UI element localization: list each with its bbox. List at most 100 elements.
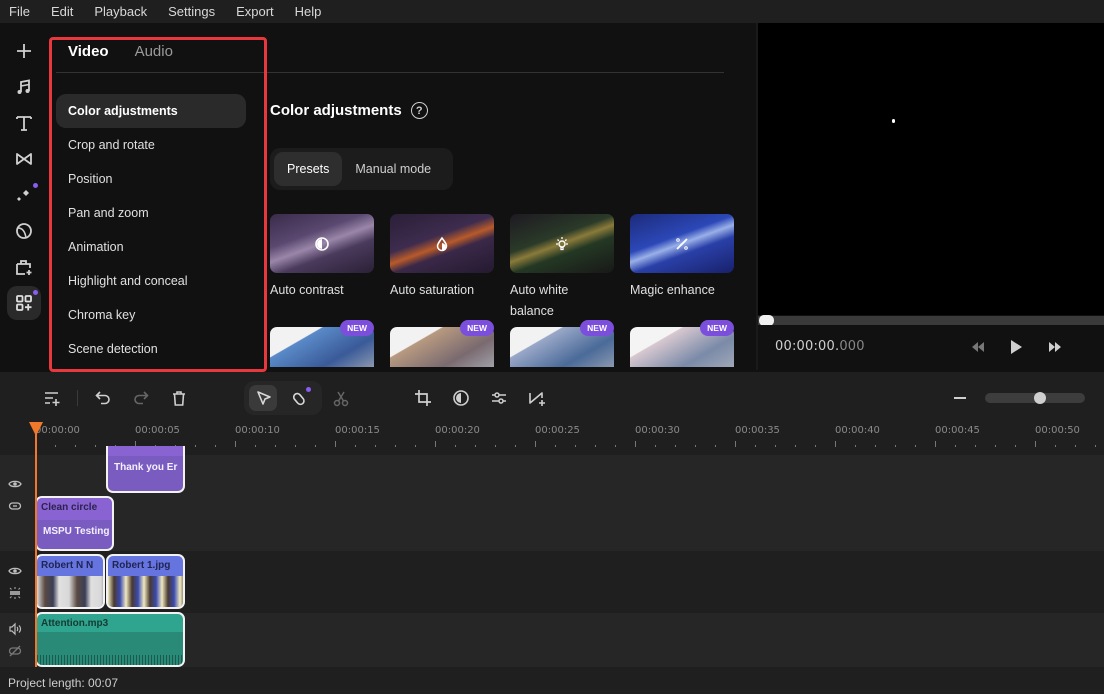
transition-button[interactable] bbox=[526, 387, 548, 409]
video-clip[interactable]: Robert 1.jpg bbox=[106, 554, 185, 609]
color-button[interactable] bbox=[450, 387, 472, 409]
preset-label: Magic enhance bbox=[630, 283, 715, 297]
zoom-slider-handle[interactable] bbox=[1034, 392, 1046, 404]
stickers-icon bbox=[16, 223, 32, 239]
preset-thumbnail bbox=[270, 214, 374, 273]
presets-mode-button[interactable]: Presets bbox=[274, 152, 343, 186]
split-button[interactable] bbox=[330, 387, 352, 409]
new-badge: NEW bbox=[460, 320, 494, 336]
new-badge: NEW bbox=[340, 320, 374, 336]
preset-label: Auto white balance bbox=[510, 283, 569, 318]
unlink-icon[interactable] bbox=[8, 644, 22, 658]
new-dot bbox=[33, 183, 38, 188]
volume-icon[interactable] bbox=[8, 622, 22, 636]
tab-audio[interactable]: Audio bbox=[135, 43, 173, 60]
ruler-tick bbox=[1035, 441, 1036, 447]
ruler-tick bbox=[475, 445, 476, 447]
link-icon[interactable] bbox=[8, 499, 22, 513]
preset-auto-contrast[interactable]: Auto contrast bbox=[270, 214, 374, 301]
eye-icon[interactable] bbox=[8, 564, 22, 578]
video-preview[interactable] bbox=[758, 23, 1104, 315]
preset-magic-enhance[interactable]: Magic enhance bbox=[630, 214, 734, 301]
contrast-icon bbox=[453, 390, 469, 406]
ruler-tick bbox=[75, 445, 76, 447]
redo-button[interactable] bbox=[130, 387, 152, 409]
menu-file[interactable]: File bbox=[9, 4, 30, 19]
help-icon[interactable]: ? bbox=[410, 102, 428, 119]
category-crop-and-rotate[interactable]: Crop and rotate bbox=[56, 128, 246, 162]
add-track-button[interactable] bbox=[41, 387, 63, 409]
new-badge: NEW bbox=[580, 320, 614, 336]
project-length: Project length: 00:07 bbox=[8, 676, 119, 690]
menu-edit[interactable]: Edit bbox=[51, 4, 73, 19]
more-tools-button[interactable] bbox=[7, 286, 41, 320]
title-clip[interactable]: Clean circle MSPU Testing bbox=[35, 496, 114, 551]
preview-artifact bbox=[892, 119, 895, 123]
preset-new-4[interactable]: NEW bbox=[630, 320, 734, 367]
clip-title: Clean circle bbox=[41, 502, 98, 513]
playback-scrubber[interactable] bbox=[758, 316, 1104, 325]
transitions-icon bbox=[16, 153, 32, 165]
add-track-icon bbox=[45, 392, 60, 406]
tab-video[interactable]: Video bbox=[68, 43, 109, 60]
audio-clip[interactable]: Attention.mp3 bbox=[35, 612, 185, 667]
adjustments-button[interactable] bbox=[488, 387, 510, 409]
eye-icon[interactable] bbox=[8, 477, 22, 491]
music-button[interactable] bbox=[7, 70, 41, 104]
category-color-adjustments[interactable]: Color adjustments bbox=[56, 94, 246, 128]
fast-forward-icon[interactable] bbox=[1047, 340, 1063, 354]
video-clip[interactable]: Robert N N bbox=[35, 554, 105, 609]
rewind-icon[interactable] bbox=[970, 340, 986, 354]
effects-button[interactable] bbox=[7, 178, 41, 212]
category-pan-and-zoom[interactable]: Pan and zoom bbox=[56, 196, 246, 230]
undo-button[interactable] bbox=[92, 387, 114, 409]
ruler-label: 00:00:40 bbox=[835, 425, 880, 436]
titles-button[interactable] bbox=[7, 106, 41, 140]
store-button[interactable] bbox=[7, 250, 41, 284]
zoom-out-button[interactable] bbox=[954, 397, 966, 399]
stickers-button[interactable] bbox=[7, 214, 41, 248]
delete-button[interactable] bbox=[168, 387, 190, 409]
ruler-tick bbox=[895, 445, 896, 447]
clip-subtitle: MSPU Testing bbox=[43, 526, 110, 537]
transitions-button[interactable] bbox=[7, 142, 41, 176]
manual-mode-button[interactable]: Manual mode bbox=[342, 152, 444, 186]
redo-icon bbox=[134, 391, 149, 405]
ruler-tick bbox=[395, 445, 396, 447]
preset-auto-white-balance[interactable]: Auto white balance bbox=[510, 214, 614, 322]
add-button[interactable] bbox=[7, 34, 41, 68]
playhead-handle[interactable] bbox=[29, 422, 43, 436]
playhead-line[interactable] bbox=[35, 430, 37, 667]
menu-settings[interactable]: Settings bbox=[168, 4, 215, 19]
category-position[interactable]: Position bbox=[56, 162, 246, 196]
ruler-tick bbox=[535, 441, 536, 447]
menu-export[interactable]: Export bbox=[236, 4, 274, 19]
ruler-label: 00:00:30 bbox=[635, 425, 680, 436]
drop-icon bbox=[436, 236, 448, 251]
crop-button[interactable] bbox=[412, 387, 434, 409]
ruler-label: 00:00:10 bbox=[235, 425, 280, 436]
title-clip[interactable]: Thank you Er bbox=[106, 446, 185, 493]
preset-new-1[interactable]: NEW bbox=[270, 320, 374, 367]
select-tool-button[interactable] bbox=[253, 387, 275, 409]
ruler-tick bbox=[555, 445, 556, 447]
category-highlight-and-conceal[interactable]: Highlight and conceal bbox=[56, 264, 246, 298]
ruler-tick bbox=[615, 445, 616, 447]
ruler-label: 00:00:50 bbox=[1035, 425, 1080, 436]
blade-link-tool-button[interactable] bbox=[289, 387, 311, 409]
play-icon[interactable] bbox=[1008, 340, 1024, 354]
preset-new-3[interactable]: NEW bbox=[510, 320, 614, 367]
ruler-tick bbox=[955, 445, 956, 447]
menu-help[interactable]: Help bbox=[295, 4, 322, 19]
video-effects-icon[interactable] bbox=[8, 586, 22, 600]
menu-bar: File Edit Playback Settings Export Help bbox=[0, 0, 1104, 23]
category-scene-detection[interactable]: Scene detection bbox=[56, 332, 246, 366]
category-chroma-key[interactable]: Chroma key bbox=[56, 298, 246, 332]
preset-auto-saturation[interactable]: Auto saturation bbox=[390, 214, 494, 301]
preset-new-2[interactable]: NEW bbox=[390, 320, 494, 367]
ruler-tick bbox=[995, 445, 996, 447]
add-icon bbox=[17, 44, 31, 58]
preset-label: Auto contrast bbox=[270, 283, 344, 297]
category-animation[interactable]: Animation bbox=[56, 230, 246, 264]
menu-playback[interactable]: Playback bbox=[94, 4, 147, 19]
